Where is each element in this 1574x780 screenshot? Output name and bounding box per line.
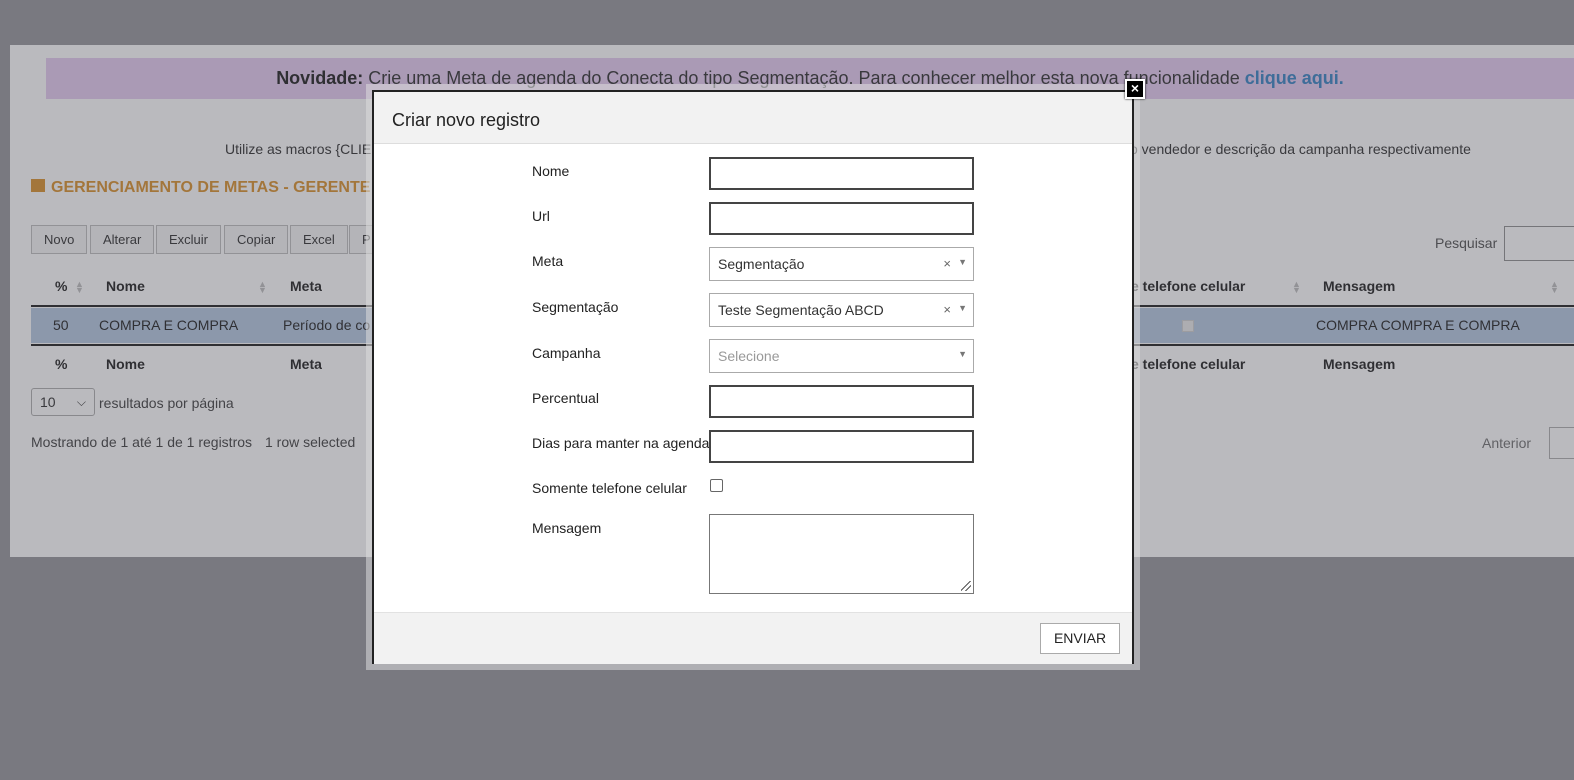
resize-grip-icon[interactable] bbox=[961, 581, 971, 591]
nome-input[interactable] bbox=[709, 157, 974, 190]
meta-select[interactable]: Segmentação × ▼ bbox=[709, 247, 974, 281]
campanha-select[interactable]: Selecione ▼ bbox=[709, 339, 974, 373]
dialog-title: Criar novo registro bbox=[392, 110, 541, 130]
url-input[interactable] bbox=[709, 202, 974, 235]
percentual-label: Percentual bbox=[532, 390, 599, 406]
meta-label: Meta bbox=[532, 253, 564, 269]
dias-label: Dias para manter na agenda bbox=[532, 435, 710, 451]
mensagem-textarea[interactable] bbox=[709, 514, 974, 594]
nome-label: Nome bbox=[532, 163, 570, 179]
somente-celular-checkbox[interactable] bbox=[710, 479, 723, 492]
mensagem-label: Mensagem bbox=[532, 520, 602, 536]
enviar-button[interactable]: ENVIAR bbox=[1040, 623, 1120, 654]
clear-icon[interactable]: × bbox=[943, 294, 951, 326]
somente-celular-label: Somente telefone celular bbox=[532, 480, 687, 496]
segmentacao-select[interactable]: Teste Segmentação ABCD × ▼ bbox=[709, 293, 974, 327]
close-icon[interactable]: × bbox=[1125, 79, 1145, 99]
dialog-header: Criar novo registro bbox=[374, 92, 1132, 144]
campanha-label: Campanha bbox=[532, 345, 601, 361]
dias-input[interactable] bbox=[709, 430, 974, 463]
percentual-input[interactable] bbox=[709, 385, 974, 418]
caret-down-icon: ▼ bbox=[958, 349, 967, 359]
segmentacao-label: Segmentação bbox=[532, 299, 619, 315]
dialog-footer: ENVIAR bbox=[374, 612, 1132, 664]
caret-down-icon: ▼ bbox=[958, 257, 967, 267]
caret-down-icon: ▼ bbox=[958, 303, 967, 313]
create-record-dialog: Criar novo registro Nome Url Meta Segmen… bbox=[372, 90, 1134, 664]
url-label: Url bbox=[532, 208, 550, 224]
clear-icon[interactable]: × bbox=[943, 248, 951, 280]
